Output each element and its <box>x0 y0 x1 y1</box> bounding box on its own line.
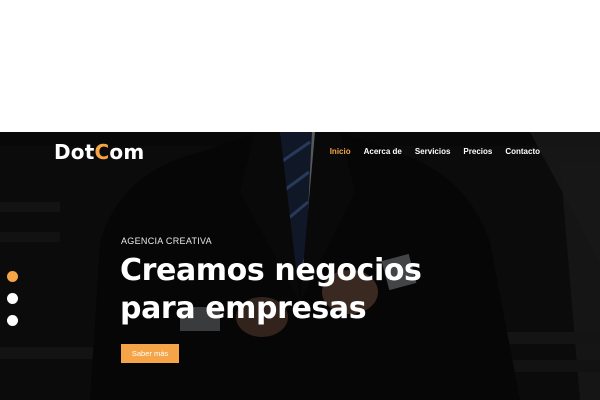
slider-dot-2[interactable] <box>7 293 18 304</box>
hero-headline: Creamos negocios para empresas <box>120 252 480 328</box>
slider-dot-1[interactable] <box>7 271 18 282</box>
hero-kicker: AGENCIA CREATIVA <box>121 236 212 246</box>
nav-item-servicios[interactable]: Servicios <box>415 147 451 156</box>
hero-section: DotCom Inicio Acerca de Servicios Precio… <box>0 132 600 400</box>
nav-item-precios[interactable]: Precios <box>463 147 492 156</box>
slider-dot-3[interactable] <box>7 315 18 326</box>
hero-headline-line-1: Creamos negocios <box>120 253 422 288</box>
logo-text-om: om <box>109 140 145 164</box>
saber-mas-button[interactable]: Saber más <box>121 344 179 363</box>
logo-text-accent: C <box>94 140 110 164</box>
main-menu: Inicio Acerca de Servicios Precios Conta… <box>317 147 540 156</box>
blank-top-area <box>0 0 600 132</box>
top-navigation: DotCom Inicio Acerca de Servicios Precio… <box>0 132 600 176</box>
nav-item-inicio[interactable]: Inicio <box>330 147 351 156</box>
logo-text-dot: Dot <box>54 140 95 164</box>
hero-headline-line-2: para empresas <box>120 291 367 326</box>
nav-item-acerca-de[interactable]: Acerca de <box>364 147 402 156</box>
nav-item-contacto[interactable]: Contacto <box>505 147 540 156</box>
brand-logo[interactable]: DotCom <box>54 140 144 164</box>
slider-pagination <box>7 271 18 337</box>
